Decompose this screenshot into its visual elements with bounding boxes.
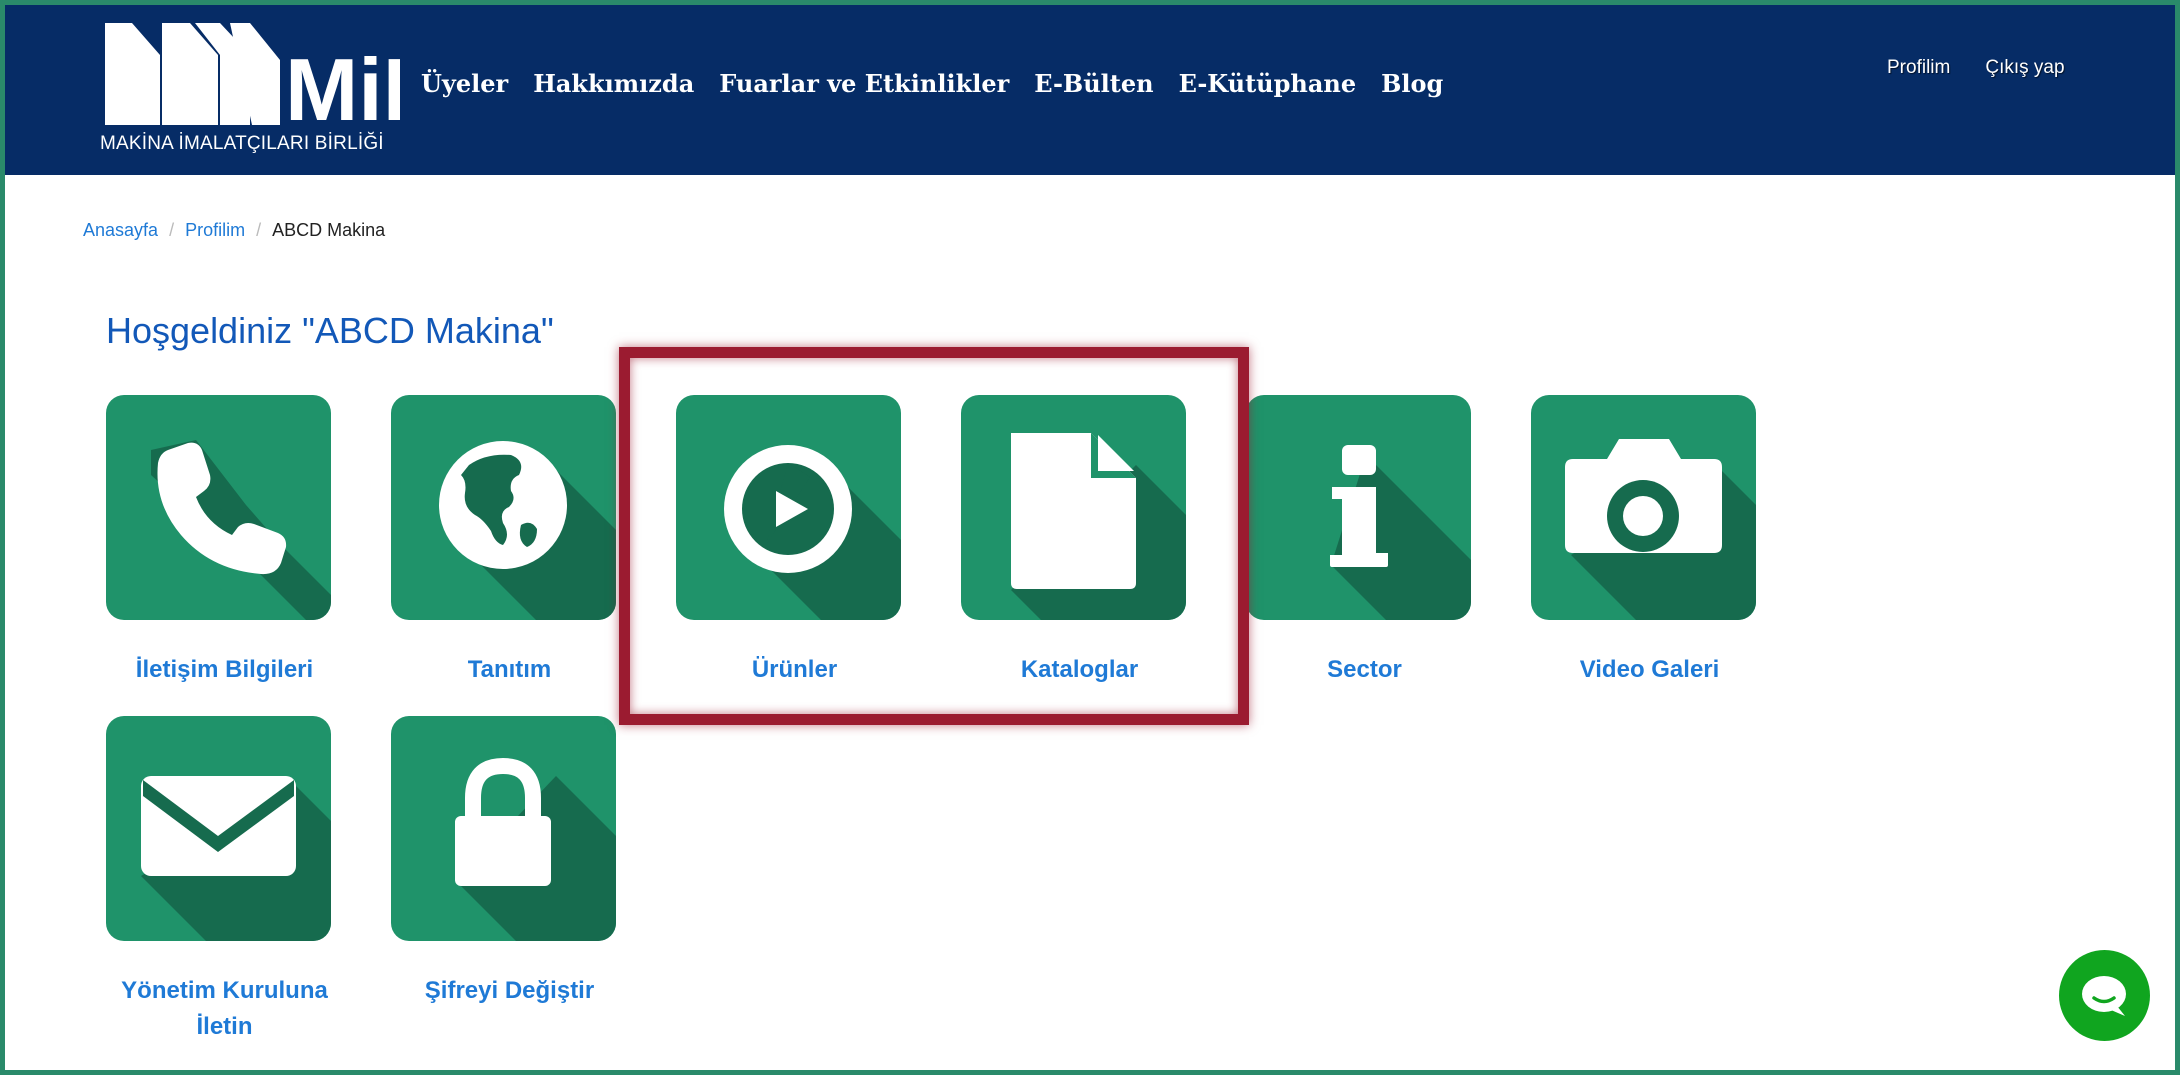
tile-icon-box[interactable] bbox=[961, 395, 1186, 620]
tile-icon-box[interactable] bbox=[1531, 395, 1756, 620]
nav-blog[interactable]: Blog bbox=[1381, 69, 1443, 98]
tile-board-contact[interactable]: Yönetim Kuruluna İletin bbox=[106, 716, 391, 1045]
main-nav: Üyeler Hakkımızda Fuarlar ve Etkinlikler… bbox=[421, 69, 1468, 98]
tile-icon-box[interactable] bbox=[391, 716, 616, 941]
tile-icon-box[interactable] bbox=[106, 716, 331, 941]
chat-button[interactable] bbox=[2059, 950, 2150, 1041]
tile-label[interactable]: Yönetim Kuruluna İletin bbox=[106, 973, 343, 1045]
tile-label[interactable]: Sector bbox=[1246, 652, 1483, 688]
tile-sector[interactable]: Sector bbox=[1246, 395, 1531, 688]
tile-icon-box[interactable] bbox=[391, 395, 616, 620]
lock-icon bbox=[455, 757, 616, 941]
logo-subtitle: MAKİNA İMALATÇILARI BİRLİĞİ bbox=[100, 133, 384, 154]
tile-label[interactable]: Kataloglar bbox=[961, 652, 1198, 688]
info-icon bbox=[1330, 445, 1471, 620]
tile-label[interactable]: Şifreyi Değiştir bbox=[391, 973, 628, 1009]
tile-label[interactable]: Tanıtım bbox=[391, 652, 628, 688]
breadcrumb-profile[interactable]: Profilim bbox=[185, 220, 245, 241]
tile-label[interactable]: İletişim Bilgileri bbox=[106, 652, 343, 688]
mib-logo[interactable]: MiB MAKİNA İMALATÇILARI BİRLİĞİ bbox=[100, 15, 400, 165]
chat-bubble-icon bbox=[2082, 976, 2126, 1016]
tile-icon-box[interactable] bbox=[1246, 395, 1471, 620]
nav-e-kutuphane[interactable]: E-Kütüphane bbox=[1179, 69, 1357, 98]
nav-uyeler[interactable]: Üyeler bbox=[421, 69, 508, 98]
tile-icon-box[interactable] bbox=[106, 395, 331, 620]
tile-introduction[interactable]: Tanıtım bbox=[391, 395, 676, 688]
tile-contact-info[interactable]: İletişim Bilgileri bbox=[106, 395, 391, 688]
phone-icon bbox=[151, 440, 331, 620]
document-icon bbox=[1011, 433, 1186, 620]
breadcrumb-current: ABCD Makina bbox=[272, 220, 386, 240]
tile-change-password[interactable]: Şifreyi Değiştir bbox=[391, 716, 676, 1009]
globe-icon bbox=[439, 441, 616, 620]
breadcrumb-separator: / bbox=[256, 220, 262, 240]
breadcrumb-separator: / bbox=[169, 220, 175, 240]
logo-mark-icon: MiB bbox=[105, 23, 400, 135]
account-links: Profilim Çıkış yap bbox=[1887, 57, 2100, 79]
tile-video-gallery[interactable]: Video Galeri bbox=[1531, 395, 1816, 688]
breadcrumb-home[interactable]: Anasayfa bbox=[83, 220, 158, 241]
breadcrumb: Anasayfa / Profilim / ABCD Makina bbox=[83, 220, 385, 241]
site-header: MiB MAKİNA İMALATÇILARI BİRLİĞİ Üyeler H… bbox=[5, 5, 2175, 175]
page-title: Hoşgeldiniz "ABCD Makina" bbox=[106, 310, 554, 351]
tile-icon-box[interactable] bbox=[676, 395, 901, 620]
play-circle-icon bbox=[724, 445, 901, 620]
envelope-icon bbox=[141, 776, 331, 941]
tile-catalogs[interactable]: Kataloglar bbox=[961, 395, 1246, 688]
nav-hakkimizda[interactable]: Hakkımızda bbox=[533, 69, 694, 98]
logout-link[interactable]: Çıkış yap bbox=[1985, 57, 2064, 79]
profile-link[interactable]: Profilim bbox=[1887, 57, 1950, 79]
tile-products[interactable]: Ürünler bbox=[676, 395, 961, 688]
svg-text:MiB: MiB bbox=[285, 40, 400, 135]
nav-e-bulten[interactable]: E-Bülten bbox=[1034, 69, 1153, 98]
nav-fuarlar[interactable]: Fuarlar ve Etkinlikler bbox=[719, 69, 1009, 98]
camera-icon bbox=[1565, 439, 1756, 620]
tile-label[interactable]: Ürünler bbox=[676, 652, 913, 688]
tile-label[interactable]: Video Galeri bbox=[1531, 652, 1768, 688]
